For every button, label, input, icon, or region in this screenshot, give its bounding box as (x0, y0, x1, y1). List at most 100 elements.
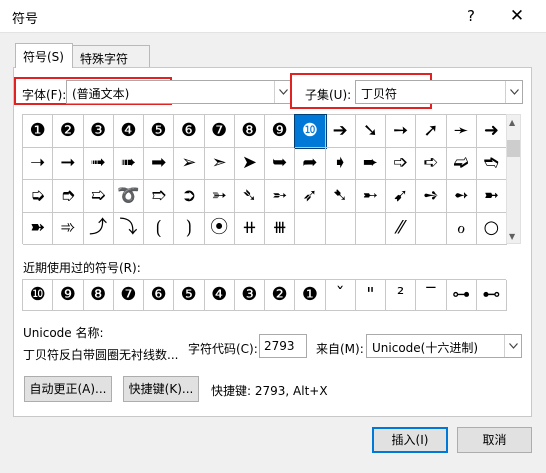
symbol-cell[interactable]: ➵ (265, 180, 296, 213)
insert-button[interactable]: 插入(I) (372, 427, 448, 453)
symbol-cell[interactable]: ⟮ (144, 212, 175, 245)
symbol-cell[interactable]: ❺ (144, 115, 175, 148)
recent-symbol-cell[interactable]: ❻ (144, 280, 175, 311)
symbol-cell[interactable]: ⁄⁄ (386, 212, 417, 245)
from-dropdown[interactable]: Unicode(十六进制) (366, 334, 522, 358)
symbol-cell[interactable]: ➣ (204, 147, 235, 180)
symbol-cell[interactable]: ❾ (265, 115, 296, 148)
recent-symbol-cell[interactable]: " (355, 280, 386, 311)
symbol-cell[interactable]: ❻ (174, 115, 205, 148)
chevron-down-icon[interactable] (504, 335, 521, 357)
symbol-cell[interactable]: ➻ (446, 180, 477, 213)
help-button[interactable]: ? (458, 4, 484, 28)
chevron-down-icon[interactable] (505, 81, 522, 103)
recent-symbol-cell[interactable]: ⊶ (446, 280, 477, 311)
subset-dropdown[interactable]: 丁贝符 (355, 80, 523, 104)
symbol-cell[interactable]: ➛ (446, 115, 477, 148)
shortcut-key-button[interactable]: 快捷键(K)... (123, 376, 199, 402)
symbol-cell[interactable]: ❷ (53, 115, 84, 148)
symbol-cell[interactable] (416, 212, 447, 245)
recent-symbol-cell[interactable]: ❶ (295, 280, 326, 311)
symbol-cell[interactable]: ➩ (386, 147, 417, 180)
symbol-cell[interactable]: ➹ (386, 180, 417, 213)
symbol-cell[interactable]: ➢ (174, 147, 205, 180)
recent-symbol-cell[interactable]: ² (386, 280, 417, 311)
symbol-cell[interactable]: ❽ (234, 115, 265, 148)
close-button[interactable]: ✕ (504, 4, 530, 28)
recent-symbol-cell[interactable]: ❷ (265, 280, 296, 311)
symbol-cell[interactable]: ➴ (234, 180, 265, 213)
symbol-cell[interactable]: ⦿ (204, 212, 235, 245)
symbol-cell[interactable]: ➔ (325, 115, 356, 148)
symbol-cell[interactable]: ➡ (144, 147, 175, 180)
recent-symbol-cell[interactable]: ‾ (416, 280, 447, 311)
autocorrect-button[interactable]: 自动更正(A)... (24, 376, 112, 402)
symbol-cell[interactable]: ⤴ (83, 212, 114, 245)
symbol-cell[interactable]: ➽ (23, 212, 54, 245)
symbol-cell[interactable]: ➝ (23, 147, 54, 180)
recent-symbol-cell[interactable]: ⊷ (476, 280, 507, 311)
recent-symbol-cell[interactable]: ˇ (325, 280, 356, 311)
symbol-cell[interactable]: ➜ (476, 115, 507, 148)
symbol-cell[interactable]: ➺ (416, 180, 447, 213)
cancel-button[interactable]: 取消 (457, 427, 532, 453)
symbol-cell[interactable]: ➦ (295, 147, 326, 180)
tab-symbols[interactable]: 符号(S) (15, 43, 73, 68)
symbol-cell[interactable]: ○ (476, 212, 507, 245)
symbol-grid-scrollbar[interactable] (506, 114, 521, 244)
symbol-cell[interactable] (355, 212, 386, 245)
scrollbar-thumb[interactable] (507, 140, 520, 157)
symbol-cell[interactable]: ➠ (113, 147, 144, 180)
symbol-cell[interactable]: ➳ (204, 180, 235, 213)
symbol-cell[interactable]: ⟯ (174, 212, 205, 245)
symbol-cell[interactable] (295, 212, 326, 245)
tab-special-characters[interactable]: 特殊字符(P) (72, 45, 150, 81)
font-dropdown[interactable]: (普通文本) (66, 80, 292, 104)
symbol-cell[interactable]: ➪ (416, 147, 447, 180)
symbol-cell[interactable]: ⤵ (113, 212, 144, 245)
symbol-cell[interactable]: ➾ (53, 212, 84, 245)
symbol-cell[interactable]: ➮ (53, 180, 84, 213)
symbol-cell[interactable]: ➼ (476, 180, 507, 213)
recent-symbol-cell[interactable]: ❼ (113, 280, 144, 311)
symbol-cell[interactable]: ➧ (325, 147, 356, 180)
symbol-grid[interactable]: ❶ ❷ ❸ ❹ ❺ ❻ ❼ ❽ ❾ ❿ ➔ ➘ ➙ ➚ ➛ ➜ ➝ ➞ ➟ ➠ ➡ ➢ ➣ ➤ ➥ ➦ ➧ ➨ ➩ ➪ ➫ ➬ ➭ ➮ ➯ ➰ ➱ ➲ ➳ ➴… (22, 114, 507, 245)
symbol-cell[interactable]: ❹ (113, 115, 144, 148)
symbol-cell[interactable]: ➟ (83, 147, 114, 180)
scroll-up-icon[interactable]: ▲ (509, 118, 515, 127)
symbol-cell[interactable] (325, 212, 356, 245)
symbol-cell[interactable]: ❿ (294, 114, 327, 149)
symbol-cell[interactable]: ➶ (295, 180, 326, 213)
recent-symbol-cell[interactable]: ❹ (204, 280, 235, 311)
symbol-cell[interactable]: ➞ (53, 147, 84, 180)
symbol-cell[interactable]: ➲ (174, 180, 205, 213)
char-code-input[interactable]: 2793 (259, 334, 307, 358)
symbol-cell[interactable]: ❸ (83, 115, 114, 148)
recent-symbol-cell[interactable]: ❸ (234, 280, 265, 311)
symbol-cell[interactable]: ➥ (265, 147, 296, 180)
symbol-cell[interactable]: ➸ (355, 180, 386, 213)
recent-symbol-cell[interactable]: ❽ (83, 280, 114, 311)
symbol-cell[interactable]: ➫ (446, 147, 477, 180)
symbol-cell[interactable]: ℴ (446, 212, 477, 245)
symbol-cell[interactable]: ➚ (416, 115, 447, 148)
symbol-cell[interactable]: ➘ (355, 115, 386, 148)
symbol-cell[interactable]: ➨ (355, 147, 386, 180)
symbol-cell[interactable]: ⧻ (265, 212, 296, 245)
symbol-cell[interactable]: ⧺ (234, 212, 265, 245)
symbol-cell[interactable]: ➤ (234, 147, 265, 180)
symbol-cell[interactable]: ➙ (386, 115, 417, 148)
recent-symbol-cell[interactable]: ❿ (23, 280, 54, 311)
symbol-cell[interactable]: ➰ (113, 180, 144, 213)
scroll-down-icon[interactable]: ▼ (509, 232, 515, 241)
recent-symbol-cell[interactable]: ❾ (53, 280, 84, 311)
symbol-cell[interactable]: ➯ (83, 180, 114, 213)
symbol-cell[interactable]: ❶ (23, 115, 54, 148)
recent-symbol-cell[interactable]: ❺ (174, 280, 205, 311)
symbol-cell[interactable]: ➱ (144, 180, 175, 213)
symbol-cell[interactable]: ➭ (23, 180, 54, 213)
symbol-cell[interactable]: ➷ (325, 180, 356, 213)
symbol-cell[interactable]: ❼ (204, 115, 235, 148)
symbol-cell[interactable]: ➬ (476, 147, 507, 180)
chevron-down-icon[interactable] (274, 81, 291, 103)
